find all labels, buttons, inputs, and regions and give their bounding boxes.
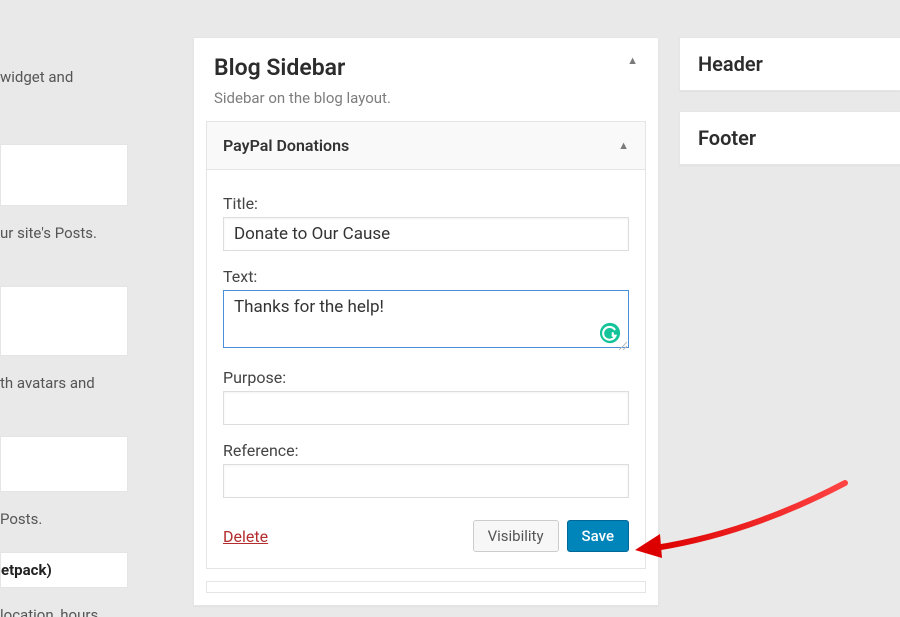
save-button[interactable]: Save: [567, 520, 629, 552]
delete-link[interactable]: Delete: [223, 527, 268, 546]
widget-title: PayPal Donations: [223, 136, 349, 155]
left-widget-jetpack[interactable]: etpack): [0, 552, 128, 588]
left-fragment-desc: ur site's Posts.: [0, 216, 193, 250]
header-widget-area[interactable]: Header: [679, 37, 900, 91]
title-label: Title:: [223, 194, 629, 213]
left-widget-item[interactable]: [0, 436, 128, 492]
panel-description: Sidebar on the blog layout.: [194, 89, 658, 121]
purpose-label: Purpose:: [223, 368, 629, 387]
footer-widget-area[interactable]: Footer: [679, 111, 900, 165]
paypal-donations-widget: PayPal Donations ▲ Title: Text:: [206, 121, 646, 569]
collapse-panel-icon[interactable]: ▲: [627, 54, 638, 67]
text-textarea[interactable]: [223, 290, 629, 348]
panel-title: Blog Sidebar: [214, 54, 345, 81]
purpose-input[interactable]: [223, 391, 629, 425]
reference-label: Reference:: [223, 441, 629, 460]
left-widget-list: widget and ur site's Posts. th avatars a…: [0, 0, 193, 617]
left-fragment-desc: Posts.: [0, 502, 193, 536]
reference-input[interactable]: [223, 464, 629, 498]
title-input[interactable]: [223, 217, 629, 251]
next-widget-stub[interactable]: [206, 581, 646, 593]
left-fragment-text: widget and: [0, 60, 193, 94]
left-widget-item[interactable]: [0, 286, 128, 356]
left-widget-item[interactable]: [0, 144, 128, 206]
widget-header[interactable]: PayPal Donations ▲: [207, 122, 645, 170]
left-fragment-desc: th avatars and: [0, 366, 193, 400]
visibility-button[interactable]: Visibility: [473, 520, 559, 552]
left-fragment-desc: location, hours,: [0, 598, 193, 617]
grammarly-icon: [599, 322, 621, 344]
collapse-widget-icon[interactable]: ▲: [618, 139, 629, 152]
text-label: Text:: [223, 267, 629, 286]
blog-sidebar-panel: Blog Sidebar ▲ Sidebar on the blog layou…: [193, 37, 659, 606]
